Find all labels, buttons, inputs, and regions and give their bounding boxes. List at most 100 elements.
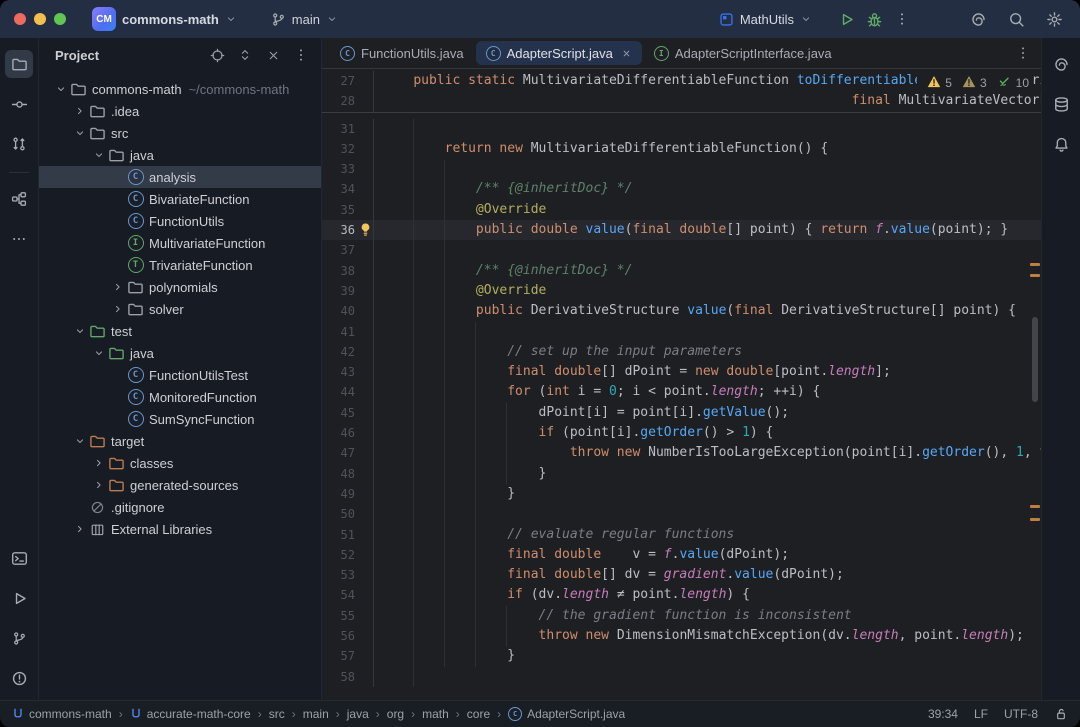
expand-collapse-icon[interactable] (235, 45, 255, 65)
line-number[interactable]: 38 (322, 261, 374, 281)
code-line-46[interactable]: 46 if (point[i].getOrder() > 1) { (322, 423, 1041, 443)
line-number[interactable]: 36 (322, 220, 374, 240)
chevron-down-icon[interactable] (53, 83, 69, 95)
code-line-47[interactable]: 47 throw new NumberIsTooLargeException(p… (322, 443, 1041, 463)
chevron-right-icon[interactable] (110, 303, 126, 315)
chevron-right-icon[interactable] (91, 457, 107, 469)
pull-requests-tool-button[interactable] (5, 130, 33, 158)
code-line-54[interactable]: 54 if (dv.length ≠ point.length) { (322, 585, 1041, 605)
line-number[interactable]: 44 (322, 382, 374, 402)
code-line-56[interactable]: 56 throw new DimensionMismatchException(… (322, 626, 1041, 646)
tree-item-target[interactable]: target (39, 430, 321, 452)
breadcrumb-src[interactable]: src (269, 707, 285, 721)
code-line-40[interactable]: 40 public DerivativeStructure value(fina… (322, 301, 1041, 321)
line-number[interactable]: 57 (322, 646, 374, 666)
code-line-45[interactable]: 45 dPoint[i] = point[i].getValue(); (322, 403, 1041, 423)
chevron-down-icon[interactable] (72, 325, 88, 337)
line-number[interactable]: 34 (322, 179, 374, 199)
problems-tool-button[interactable] (5, 664, 33, 692)
commit-tool-button[interactable] (5, 90, 33, 118)
inspections-widget[interactable]: 5310 (917, 72, 1033, 93)
code-line-53[interactable]: 53 final double[] dv = gradient.value(dP… (322, 565, 1041, 585)
tree-item-generated-sources[interactable]: generated-sources (39, 474, 321, 496)
run-button[interactable]: , (832, 5, 860, 33)
database-tool-button[interactable] (1047, 90, 1075, 118)
tree-item-functionutils[interactable]: CFunctionUtils (39, 210, 321, 232)
line-number[interactable]: 48 (322, 464, 374, 484)
chevron-down-icon[interactable] (72, 127, 88, 139)
breadcrumb-org[interactable]: org (387, 707, 404, 721)
tree-item-monitoredfunction[interactable]: CMonitoredFunction (39, 386, 321, 408)
more-tools-button[interactable] (5, 225, 33, 253)
chevron-down-icon[interactable] (72, 435, 88, 447)
line-number[interactable]: 40 (322, 301, 374, 321)
project-tool-button[interactable] (5, 50, 33, 78)
code-line-38[interactable]: 38 /** {@inheritDoc} */ (322, 261, 1041, 281)
breadcrumb-commons-math[interactable]: commons-math (12, 707, 112, 722)
breadcrumb-math[interactable]: math (422, 707, 449, 721)
code-line-32[interactable]: 32 return new MultivariateDifferentiable… (322, 139, 1041, 159)
code-line-51[interactable]: 51 // evaluate regular functions (322, 525, 1041, 545)
code-line-42[interactable]: 42 // set up the input parameters (322, 342, 1041, 362)
chevron-right-icon[interactable] (72, 105, 88, 117)
project-widget[interactable]: commons-math (116, 8, 243, 31)
line-separator[interactable]: LF (974, 707, 988, 721)
tree-item-java[interactable]: java (39, 144, 321, 166)
settings-button[interactable] (1040, 5, 1068, 33)
ai-assistant-tool-button[interactable] (1047, 50, 1075, 78)
tree-item-polynomials[interactable]: polynomials (39, 276, 321, 298)
code-line-52[interactable]: 52 final double v = f.value(dPoint); (322, 545, 1041, 565)
tree-item--gitignore[interactable]: .gitignore (39, 496, 321, 518)
inspection-passed[interactable]: 10 (997, 74, 1029, 91)
tree-item-commons-math[interactable]: commons-math~/commons-math (39, 78, 321, 100)
line-number[interactable]: 52 (322, 545, 374, 565)
line-number[interactable]: 32 (322, 139, 374, 159)
line-number[interactable]: 51 (322, 525, 374, 545)
line-number[interactable]: 27 (322, 71, 374, 91)
line-number[interactable]: 53 (322, 565, 374, 585)
breadcrumb-main[interactable]: main (303, 707, 329, 721)
breadcrumb-java[interactable]: java (347, 707, 369, 721)
tree-item-classes[interactable]: classes (39, 452, 321, 474)
file-encoding[interactable]: UTF-8 (1004, 707, 1038, 721)
branch-widget[interactable]: main (265, 8, 344, 31)
line-number[interactable]: 56 (322, 626, 374, 646)
breadcrumb-accurate-math-core[interactable]: accurate-math-core (130, 707, 251, 722)
notifications-button[interactable] (1047, 130, 1075, 158)
code-line-33[interactable]: 33 (322, 159, 1041, 179)
line-number[interactable]: 28 (322, 91, 374, 111)
warning-stripe[interactable] (1030, 518, 1040, 521)
chevron-right-icon[interactable] (72, 523, 88, 535)
line-number[interactable]: 39 (322, 281, 374, 301)
tree-item-sumsyncfunction[interactable]: CSumSyncFunction (39, 408, 321, 430)
chevron-right-icon[interactable] (91, 479, 107, 491)
code-line-44[interactable]: 44 for (int i = 0; i < point.length; ++i… (322, 382, 1041, 402)
tree-item-src[interactable]: src (39, 122, 321, 144)
code-line-35[interactable]: 35 @Override (322, 200, 1041, 220)
line-number[interactable]: 45 (322, 403, 374, 423)
zoom-window-button[interactable] (54, 13, 66, 25)
minimize-window-button[interactable] (34, 13, 46, 25)
ai-assistant-button[interactable] (964, 5, 992, 33)
tree-item-analysis[interactable]: Canalysis (39, 166, 321, 188)
tree-item-external-libraries[interactable]: External Libraries (39, 518, 321, 540)
line-number[interactable]: 42 (322, 342, 374, 362)
breadcrumb-adapterscript-java[interactable]: CAdapterScript.java (508, 707, 625, 721)
structure-tool-button[interactable] (5, 185, 33, 213)
warning-stripe[interactable] (1030, 274, 1040, 277)
inspection-warning[interactable]: 5 (927, 75, 952, 91)
run-tool-button[interactable] (5, 584, 33, 612)
code-line-28[interactable]: 28 final MultivariateVectorFunction grad… (322, 91, 1041, 111)
line-number[interactable]: 35 (322, 200, 374, 220)
debug-button[interactable] (860, 5, 888, 33)
line-number[interactable]: 58 (322, 667, 374, 687)
tree-item-trivariatefunction[interactable]: TTrivariateFunction (39, 254, 321, 276)
line-number[interactable]: 43 (322, 362, 374, 382)
tree-item--idea[interactable]: .idea (39, 100, 321, 122)
warning-stripe[interactable] (1030, 505, 1040, 508)
code-line-36[interactable]: 36 public double value(final double[] po… (322, 220, 1041, 240)
code-line-55[interactable]: 55 // the gradient function is inconsist… (322, 606, 1041, 626)
tree-item-test[interactable]: test (39, 320, 321, 342)
unlocked-icon[interactable] (1054, 707, 1068, 721)
locate-file-icon[interactable] (207, 45, 227, 65)
